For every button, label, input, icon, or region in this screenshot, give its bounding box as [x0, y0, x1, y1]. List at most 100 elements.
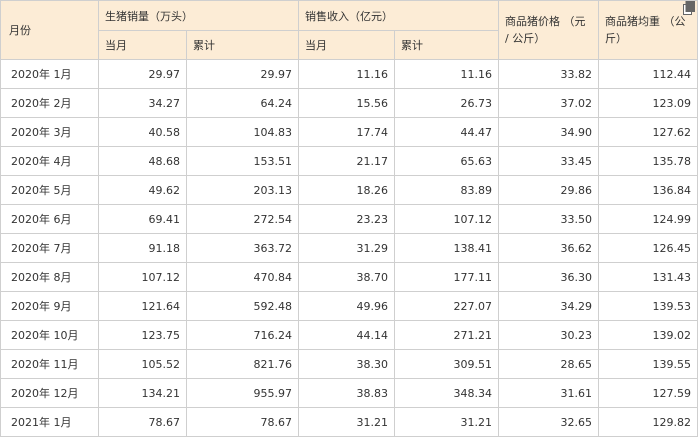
cell-weight: 127.62: [598, 117, 698, 147]
cell-sales-current-month: 34.27: [98, 88, 187, 118]
header-revenue: 销售收入（亿元）: [298, 0, 499, 31]
cell-revenue-cumulative: 83.89: [394, 175, 499, 205]
cell-sales-cumulative: 203.13: [186, 175, 299, 205]
table-row: 2020年 12月 134.21 955.97 38.83 348.34 31.61 127…: [0, 378, 698, 408]
cell-sales-current-month: 105.52: [98, 349, 187, 379]
cell-price: 30.23: [498, 320, 599, 350]
cell-revenue-current-month: 17.74: [298, 117, 395, 147]
cell-month: 2020年 6月: [0, 204, 99, 234]
cell-revenue-cumulative: 348.34: [394, 378, 499, 408]
cell-sales-cumulative: 955.97: [186, 378, 299, 408]
cell-revenue-current-month: 38.30: [298, 349, 395, 379]
cell-weight: 127.59: [598, 378, 698, 408]
cell-price: 33.45: [498, 146, 599, 176]
cell-weight: 139.02: [598, 320, 698, 350]
cell-revenue-cumulative: 138.41: [394, 233, 499, 263]
cell-price: 33.82: [498, 59, 599, 89]
cell-revenue-current-month: 23.23: [298, 204, 395, 234]
cell-sales-current-month: 121.64: [98, 291, 187, 321]
cell-sales-cumulative: 64.24: [186, 88, 299, 118]
cell-revenue-cumulative: 107.12: [394, 204, 499, 234]
cell-sales-current-month: 69.41: [98, 204, 187, 234]
cell-month: 2020年 12月: [0, 378, 99, 408]
cell-price: 29.86: [498, 175, 599, 205]
cell-sales-cumulative: 592.48: [186, 291, 299, 321]
table-row: 2020年 1月 29.97 29.97 11.16 11.16 33.82 112.44: [0, 59, 698, 89]
cell-weight: 124.99: [598, 204, 698, 234]
cell-sales-current-month: 134.21: [98, 378, 187, 408]
cell-price: 33.50: [498, 204, 599, 234]
cell-month: 2020年 3月: [0, 117, 99, 147]
cell-sales-cumulative: 821.76: [186, 349, 299, 379]
cell-sales-current-month: 107.12: [98, 262, 187, 292]
cell-revenue-cumulative: 177.11: [394, 262, 499, 292]
header-revenue-current-month: 当月: [298, 30, 395, 60]
table-row: 2020年 5月 49.62 203.13 18.26 83.89 29.86 136.84: [0, 175, 698, 205]
cell-sales-current-month: 29.97: [98, 59, 187, 89]
cell-month: 2020年 9月: [0, 291, 99, 321]
cell-revenue-current-month: 31.21: [298, 407, 395, 437]
table-row: 2020年 10月 123.75 716.24 44.14 271.21 30.23 139…: [0, 320, 698, 350]
cell-sales-current-month: 49.62: [98, 175, 187, 205]
cell-sales-cumulative: 470.84: [186, 262, 299, 292]
cell-month: 2020年 10月: [0, 320, 99, 350]
table-row: 2020年 7月 91.18 363.72 31.29 138.41 36.62 126.4…: [0, 233, 698, 263]
cell-sales-current-month: 91.18: [98, 233, 187, 263]
cell-price: 37.02: [498, 88, 599, 118]
hog-sales-table: 月份 生猪销量（万头） 销售收入（亿元） 商品猪价格 （元 / 公斤） 商品猪均…: [0, 0, 698, 437]
cell-sales-current-month: 48.68: [98, 146, 187, 176]
cell-month: 2020年 4月: [0, 146, 99, 176]
table-row: 2020年 4月 48.68 153.51 21.17 65.63 33.45 135.78: [0, 146, 698, 176]
cell-revenue-cumulative: 11.16: [394, 59, 499, 89]
header-row-top: 月份 生猪销量（万头） 销售收入（亿元） 商品猪价格 （元 / 公斤） 商品猪均…: [0, 0, 698, 60]
cell-sales-current-month: 78.67: [98, 407, 187, 437]
cell-revenue-current-month: 44.14: [298, 320, 395, 350]
cell-month: 2020年 1月: [0, 59, 99, 89]
cell-revenue-cumulative: 31.21: [394, 407, 499, 437]
cell-sales-cumulative: 104.83: [186, 117, 299, 147]
cell-price: 32.65: [498, 407, 599, 437]
table-row: 2020年 8月 107.12 470.84 38.70 177.11 36.30 131.…: [0, 262, 698, 292]
header-revenue-cumulative: 累计: [394, 30, 499, 60]
table-row: 2020年 2月 34.27 64.24 15.56 26.73 37.02 123.09: [0, 88, 698, 118]
cell-month: 2021年 1月: [0, 407, 99, 437]
cell-sales-cumulative: 272.54: [186, 204, 299, 234]
cell-revenue-current-month: 38.70: [298, 262, 395, 292]
table-row: 2020年 9月 121.64 592.48 49.96 227.07 34.29 139.…: [0, 291, 698, 321]
cell-month: 2020年 7月: [0, 233, 99, 263]
cell-price: 28.65: [498, 349, 599, 379]
cell-price: 31.61: [498, 378, 599, 408]
cell-revenue-cumulative: 309.51: [394, 349, 499, 379]
cell-month: 2020年 8月: [0, 262, 99, 292]
cell-revenue-current-month: 18.26: [298, 175, 395, 205]
cell-weight: 126.45: [598, 233, 698, 263]
cell-price: 36.62: [498, 233, 599, 263]
cell-weight: 129.82: [598, 407, 698, 437]
cell-revenue-cumulative: 26.73: [394, 88, 499, 118]
table-row: 2020年 3月 40.58 104.83 17.74 44.47 34.90 127.62: [0, 117, 698, 147]
cell-weight: 112.44: [598, 59, 698, 89]
table-row: 2020年 11月 105.52 821.76 38.30 309.51 28.65 139…: [0, 349, 698, 379]
cell-month: 2020年 2月: [0, 88, 99, 118]
cell-month: 2020年 5月: [0, 175, 99, 205]
cell-sales-current-month: 40.58: [98, 117, 187, 147]
cell-weight: 131.43: [598, 262, 698, 292]
cell-price: 34.29: [498, 291, 599, 321]
cell-revenue-cumulative: 227.07: [394, 291, 499, 321]
cell-price: 36.30: [498, 262, 599, 292]
cell-revenue-cumulative: 271.21: [394, 320, 499, 350]
cell-revenue-current-month: 11.16: [298, 59, 395, 89]
cell-weight: 135.78: [598, 146, 698, 176]
copy-icon[interactable]: [683, 1, 695, 15]
cell-weight: 136.84: [598, 175, 698, 205]
cell-revenue-current-month: 21.17: [298, 146, 395, 176]
cell-sales-cumulative: 363.72: [186, 233, 299, 263]
cell-weight: 123.09: [598, 88, 698, 118]
table-body: 2020年 1月 29.97 29.97 11.16 11.16 33.82 112.44 2…: [0, 59, 698, 437]
cell-revenue-current-month: 31.29: [298, 233, 395, 263]
cell-sales-cumulative: 153.51: [186, 146, 299, 176]
cell-revenue-cumulative: 44.47: [394, 117, 499, 147]
cell-month: 2020年 11月: [0, 349, 99, 379]
table-row: 2020年 6月 69.41 272.54 23.23 107.12 33.50 124.9…: [0, 204, 698, 234]
header-sales-cumulative: 累计: [186, 30, 299, 60]
